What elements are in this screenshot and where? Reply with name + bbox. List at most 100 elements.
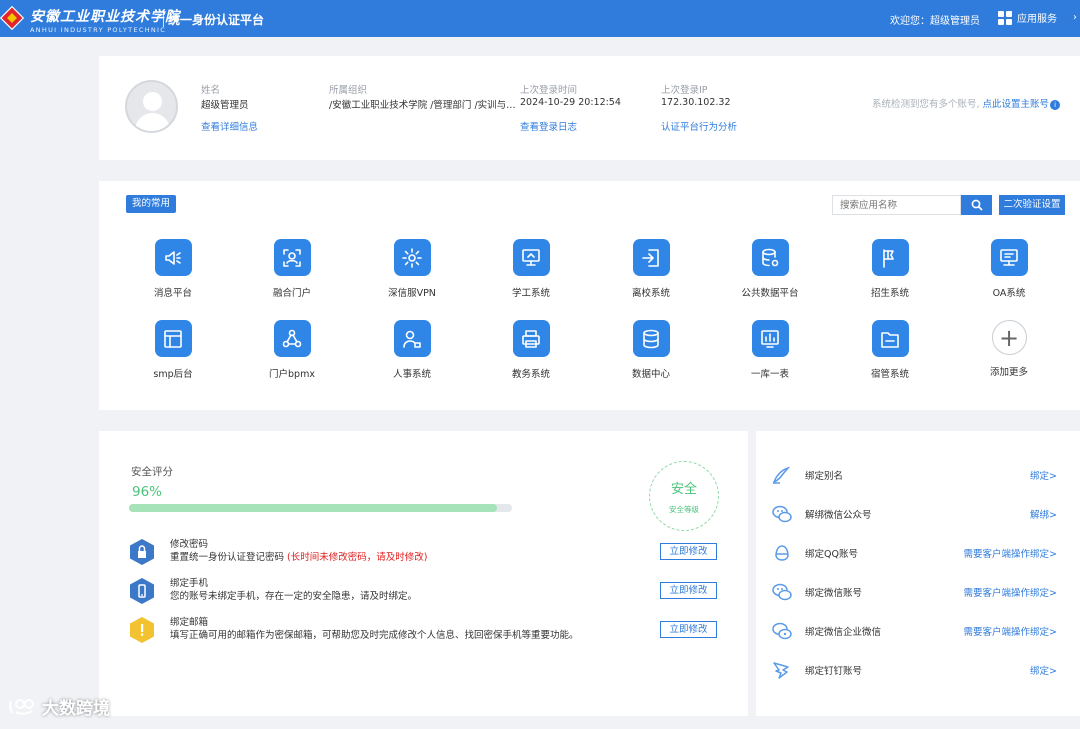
app-label: smp后台 xyxy=(153,369,193,380)
last-login-ip: 172.30.102.32 xyxy=(661,97,731,108)
avatar xyxy=(125,80,178,133)
last-login-time: 2024-10-29 20:12:54 xyxy=(520,97,621,108)
app-monitor[interactable]: 学工系统 xyxy=(483,239,579,299)
profile-card: 姓名 超级管理员 查看详细信息 所属组织 /安徽工业职业技术学院 /管理部门 /… xyxy=(99,56,1080,160)
user-scan-icon xyxy=(273,239,311,276)
binding-label: 绑定微信账号 xyxy=(805,588,863,599)
set-main-account-link[interactable]: 点此设置主账号 xyxy=(983,99,1050,110)
app-database[interactable]: 数据中心 xyxy=(603,320,699,380)
app-plus[interactable]: + 添加更多 xyxy=(961,320,1057,378)
watermark-logo-icon xyxy=(9,698,34,715)
wechat-work-icon xyxy=(772,622,792,640)
two-factor-settings-button[interactable]: 二次验证设置 xyxy=(999,195,1065,215)
binding-row[interactable]: 绑定微信账号 需要客户端操作绑定> xyxy=(770,580,1070,602)
security-item-title: 绑定手机 xyxy=(170,578,209,589)
binding-label: 绑定微信企业微信 xyxy=(805,627,882,638)
last-login-time-label: 上次登录时间 xyxy=(520,85,578,96)
app-label: OA系统 xyxy=(992,288,1026,299)
triangle-nodes-icon xyxy=(273,320,311,357)
multi-account-note: 系统检测到您有多个账号, 点此设置主账号 i xyxy=(872,96,1061,110)
app-label: 招生系统 xyxy=(870,288,909,299)
app-service-button[interactable]: 应用服务 xyxy=(998,10,1057,25)
app-search-input[interactable] xyxy=(832,195,961,215)
folder-icon xyxy=(871,320,909,357)
search-button[interactable] xyxy=(961,195,992,215)
app-title: 统一身份认证平台 xyxy=(168,13,265,27)
binding-action-link[interactable]: 解绑> xyxy=(1030,507,1057,521)
security-level-caption: 安全等级 xyxy=(669,505,699,514)
security-item: 绑定邮箱 填写正确可用的邮箱作为密保邮箱，可帮助您及时完成修改个人信息、找回密保手… xyxy=(129,614,719,648)
app-computer[interactable]: OA系统 xyxy=(961,239,1057,299)
binding-row[interactable]: 绑定别名 绑定> xyxy=(770,463,1070,485)
binding-row[interactable]: 绑定微信企业微信 需要客户端操作绑定> xyxy=(770,619,1070,641)
header-divider xyxy=(163,10,164,27)
app-label: 门户bpmx xyxy=(269,369,315,380)
security-score-title: 安全评分 xyxy=(131,466,173,478)
qq-icon xyxy=(775,545,789,561)
header-more-icon[interactable]: › xyxy=(1073,12,1077,23)
app-triangle-nodes[interactable]: 门户bpmx xyxy=(244,320,340,380)
security-item-warning: (长时间未修改密码，请及时修改) xyxy=(287,552,428,563)
lock-icon xyxy=(130,539,154,565)
app-service-label: 应用服务 xyxy=(1017,14,1057,25)
binding-action-link[interactable]: 需要客户端操作绑定> xyxy=(964,624,1057,638)
binding-row[interactable]: 解绑微信公众号 解绑> xyxy=(770,502,1070,524)
flag-icon xyxy=(871,239,909,276)
login-log-link[interactable]: 查看登录日志 xyxy=(520,119,577,133)
security-score-bar xyxy=(129,504,512,512)
app-megaphone[interactable]: 消息平台 xyxy=(125,239,221,299)
app-label: 教务系统 xyxy=(511,369,550,380)
app-label: 一库一表 xyxy=(750,369,789,380)
welcome-user[interactable]: 欢迎您：超级管理员 xyxy=(890,12,980,27)
binding-action-link[interactable]: 需要客户端操作绑定> xyxy=(964,585,1057,599)
binding-row[interactable]: 绑定QQ账号 需要客户端操作绑定> xyxy=(770,541,1070,563)
security-item-desc: 填写正确可用的邮箱作为密保邮箱，可帮助您及时完成修改个人信息、找回密保手机等重要… xyxy=(170,630,579,641)
info-icon[interactable]: i xyxy=(1050,99,1061,110)
binding-action-link[interactable]: 需要客户端操作绑定> xyxy=(964,546,1057,560)
app-exit-door[interactable]: 离校系统 xyxy=(603,239,699,299)
security-level: 安全 xyxy=(670,482,697,497)
app-label: 学工系统 xyxy=(511,288,550,299)
modify-now-button[interactable]: 立即修改 xyxy=(660,543,717,560)
gear-icon xyxy=(393,239,431,276)
app-user-scan[interactable]: 融合门户 xyxy=(244,239,340,299)
app-printer[interactable]: 教务系统 xyxy=(483,320,579,380)
account-binding-card: 绑定别名 绑定> 解绑微信公众号 解绑> 绑定QQ账号 需要客户端操作绑定> 绑定微信账号需… xyxy=(756,431,1080,716)
wechat-icon xyxy=(772,583,792,601)
name-label: 姓名 xyxy=(201,85,221,96)
app-database-gear[interactable]: 公共数据平台 xyxy=(722,239,818,299)
app-folder[interactable]: 宿管系统 xyxy=(842,320,938,380)
pen-icon xyxy=(772,466,791,484)
security-item-desc: 您的账号未绑定手机，存在一定的安全隐患，请及时绑定。 xyxy=(170,591,418,602)
app-layout[interactable]: smp后台 xyxy=(125,320,221,380)
modify-now-button[interactable]: 立即修改 xyxy=(660,621,717,638)
security-score: 96% xyxy=(132,484,163,500)
search-icon xyxy=(971,199,983,211)
watermark-text: 大数跨境 xyxy=(42,699,110,719)
security-level-badge: 安全 安全等级 xyxy=(649,461,719,531)
app-user-card[interactable]: 人事系统 xyxy=(364,320,460,380)
exit-door-icon xyxy=(632,239,670,276)
app-label: 融合门户 xyxy=(272,288,311,299)
frequent-apps-card: 我的常用 二次验证设置 消息平台 融合门户 深信服VPN 学工系统 离校系统 公共数据平台… xyxy=(99,181,1080,410)
chart-board-icon xyxy=(751,320,789,357)
modify-now-button[interactable]: 立即修改 xyxy=(660,582,717,599)
binding-action-link[interactable]: 绑定> xyxy=(1030,663,1057,677)
security-card: 安全评分 96% 安全 安全等级 修改密码 重置统一身份认证登记密码 (长时间未修… xyxy=(99,431,748,716)
app-grid-icon xyxy=(998,10,1012,25)
security-item-title: 修改密码 xyxy=(170,539,209,550)
user-name: 超级管理员 xyxy=(201,100,249,111)
user-card-icon xyxy=(393,320,431,357)
app-flag[interactable]: 招生系统 xyxy=(842,239,938,299)
binding-action-link[interactable]: 绑定> xyxy=(1030,468,1057,482)
app-gear[interactable]: 深信服VPN xyxy=(364,239,460,299)
app-label: 消息平台 xyxy=(153,288,192,299)
last-login-ip-label: 上次登录IP xyxy=(661,85,708,96)
app-chart-board[interactable]: 一库一表 xyxy=(722,320,818,380)
behavior-analysis-link[interactable]: 认证平台行为分析 xyxy=(661,119,737,133)
app-label: 公共数据平台 xyxy=(741,288,799,299)
binding-row[interactable]: 绑定钉钉账号 绑定> xyxy=(770,658,1070,680)
org-label: 所属组织 xyxy=(329,85,368,96)
view-details-link[interactable]: 查看详细信息 xyxy=(201,119,258,133)
frequent-apps-tag: 我的常用 xyxy=(126,195,177,213)
